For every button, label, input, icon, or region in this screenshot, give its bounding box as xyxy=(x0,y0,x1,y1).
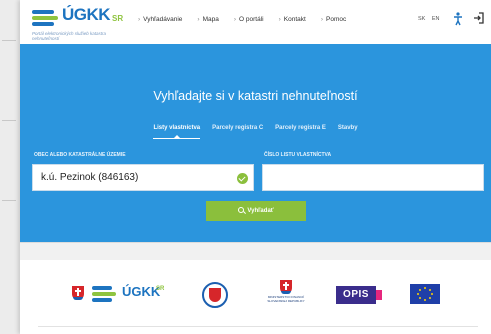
ugkk-logo[interactable]: ÚGKK SR Portál elektronických služieb ka… xyxy=(32,4,132,41)
tab-stavby[interactable]: Stavby xyxy=(338,125,358,139)
tab-listy-vlastnictva[interactable]: Listy vlastníctva xyxy=(153,125,200,139)
tab-parcely-registra-e[interactable]: Parcely registra E xyxy=(275,125,326,139)
nav-label: Vyhľadávanie xyxy=(143,16,183,23)
nav-item-mapa[interactable]: › Mapa xyxy=(197,16,218,23)
ugkk-footer-logo[interactable]: ÚGKK SR xyxy=(92,284,202,308)
lang-sk[interactable]: SK xyxy=(418,16,425,22)
background-window xyxy=(0,0,20,334)
opis-logo[interactable]: OPIS xyxy=(336,286,382,304)
nav-label: Mapa xyxy=(202,16,219,23)
ministry-finance-logo[interactable]: MINISTERSTVO FINANCIÍ SLOVENSKEJ REPUBLI… xyxy=(264,280,308,303)
main-nav: › Vyhľadávanie › Mapa › O portáli › Kontakt … xyxy=(138,16,361,23)
logo-suffix: SR xyxy=(112,14,124,23)
logo-mark-icon xyxy=(32,6,60,32)
hero-title: Vyhľadajte si v katastri nehnuteľností xyxy=(153,89,358,103)
municipality-field[interactable]: k.ú. Pezinok (846163) xyxy=(32,164,254,191)
logo-tagline: Portál elektronických služieb katastra n… xyxy=(32,31,107,41)
chevron-right-icon: › xyxy=(320,16,323,23)
background-line xyxy=(2,120,16,121)
language-switcher: SK EN xyxy=(418,16,445,22)
municipality-label: OBEC ALEBO KATASTRÁLNE ÚZEMIE xyxy=(34,152,126,158)
logo-text: ÚGKK xyxy=(62,5,111,24)
eu-flag-icon xyxy=(410,284,440,304)
ministry-text: MINISTERSTVO FINANCIÍ SLOVENSKEJ REPUBLI… xyxy=(267,295,305,303)
nav-label: Kontakt xyxy=(283,16,306,23)
tab-parcely-registra-c[interactable]: Parcely registra C xyxy=(212,125,263,139)
eu-flag-logo[interactable] xyxy=(410,284,440,304)
divider-strip xyxy=(20,242,491,260)
chevron-right-icon: › xyxy=(233,16,237,23)
ugkk-footer-suffix: SR xyxy=(156,286,165,292)
sk-crest-logo[interactable] xyxy=(72,286,84,300)
search-icon xyxy=(238,207,245,213)
portal-page: ÚGKK SR Portál elektronických služieb ka… xyxy=(20,0,491,334)
chevron-right-icon: › xyxy=(138,16,141,23)
lang-en[interactable]: EN xyxy=(432,16,440,22)
nav-item-o-portali[interactable]: › O portáli xyxy=(234,16,264,23)
login-icon[interactable] xyxy=(474,12,484,24)
search-hero: Vyhľadajte si v katastri nehnuteľností L… xyxy=(20,44,491,242)
chevron-right-icon: › xyxy=(278,16,281,23)
municipality-value: k.ú. Pezinok (846163) xyxy=(41,172,139,183)
lv-number-field[interactable] xyxy=(262,164,484,191)
seal-icon xyxy=(202,282,228,308)
nav-item-pomoc[interactable]: › Pomoc xyxy=(321,16,346,23)
footer-divider xyxy=(38,326,478,327)
ugkk-footer-text: ÚGKK xyxy=(122,284,161,299)
search-button-label: Vyhľadať xyxy=(247,208,274,214)
nav-label: O portáli xyxy=(239,16,264,23)
lv-number-label: ČÍSLO LISTU VLASTNÍCTVA xyxy=(264,152,332,158)
background-line xyxy=(2,40,16,41)
nav-item-kontakt[interactable]: › Kontakt xyxy=(279,16,306,23)
crest-icon xyxy=(72,286,84,300)
state-seal-logo[interactable] xyxy=(202,282,228,308)
crest-icon xyxy=(280,280,292,294)
site-header: ÚGKK SR Portál elektronických služieb ka… xyxy=(20,0,491,42)
background-line xyxy=(2,200,16,201)
partner-logos: ÚGKK SR MINISTERSTVO FINANCIÍ SLOVENSKEJ… xyxy=(20,262,491,334)
search-button[interactable]: Vyhľadať xyxy=(206,201,306,221)
nav-label: Pomoc xyxy=(326,16,347,23)
check-icon xyxy=(237,173,248,184)
chevron-right-icon: › xyxy=(197,16,200,23)
search-tabs: Listy vlastníctva Parcely registra C Par… xyxy=(20,125,491,139)
logo-mark-icon xyxy=(92,284,118,310)
opis-text: OPIS xyxy=(343,289,369,300)
nav-item-vyhladavanie[interactable]: › Vyhľadávanie xyxy=(138,16,182,23)
accessibility-icon[interactable] xyxy=(453,12,463,26)
